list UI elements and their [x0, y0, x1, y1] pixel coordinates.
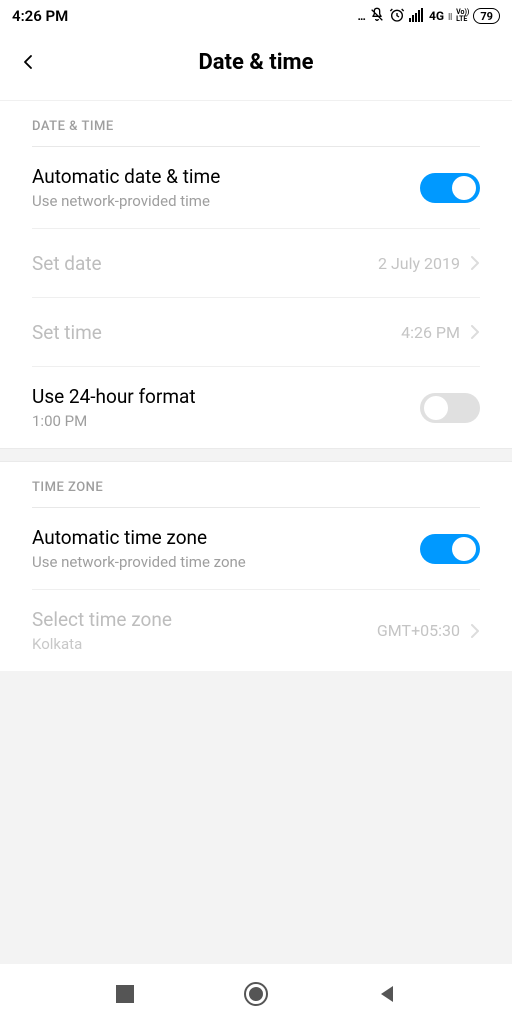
navigation-bar — [0, 964, 512, 1024]
section-header-timezone: TIME ZONE — [0, 462, 512, 507]
row-title: Select time zone — [32, 608, 172, 631]
row-set-time: Set time 4:26 PM — [0, 298, 512, 366]
dual-sim-icon: || — [448, 13, 452, 20]
toggle-24hour[interactable] — [420, 393, 480, 423]
row-subtitle: 1:00 PM — [32, 412, 196, 430]
section-header-datetime: DATE & TIME — [0, 101, 512, 146]
row-subtitle: Use network-provided time — [32, 192, 220, 210]
page-header: Date & time — [0, 32, 512, 92]
home-button[interactable] — [240, 978, 272, 1010]
chevron-right-icon — [470, 623, 480, 639]
status-time: 4:26 PM — [12, 7, 68, 25]
row-auto-datetime[interactable]: Automatic date & time Use network-provid… — [0, 147, 512, 228]
row-24hour-format[interactable]: Use 24-hour format 1:00 PM — [0, 367, 512, 448]
section-gap — [0, 448, 512, 462]
toggle-auto-timezone[interactable] — [420, 534, 480, 564]
back-button[interactable] — [16, 50, 40, 74]
row-title: Set time — [32, 321, 102, 344]
row-title: Set date — [32, 252, 102, 275]
recents-button[interactable] — [109, 978, 141, 1010]
row-subtitle: Kolkata — [32, 635, 172, 653]
row-auto-timezone[interactable]: Automatic time zone Use network-provided… — [0, 508, 512, 589]
chevron-right-icon — [470, 255, 480, 271]
page-title: Date & time — [0, 50, 512, 75]
alarm-icon — [389, 7, 405, 26]
status-bar: 4:26 PM ... 4G || Vo))LTE 79 — [0, 0, 512, 32]
row-title: Automatic time zone — [32, 526, 246, 549]
network-label: 4G — [429, 9, 444, 23]
signal-icon — [409, 8, 425, 25]
row-set-date: Set date 2 July 2019 — [0, 229, 512, 297]
volte-label: Vo))LTE — [456, 9, 469, 23]
mute-icon — [369, 7, 385, 26]
row-value: 2 July 2019 — [378, 254, 460, 273]
row-value: 4:26 PM — [401, 323, 460, 342]
more-icon: ... — [358, 9, 365, 23]
row-subtitle: Use network-provided time zone — [32, 553, 246, 571]
empty-area — [0, 671, 512, 964]
battery-indicator: 79 — [473, 8, 500, 24]
row-value: GMT+05:30 — [377, 621, 460, 640]
row-title: Use 24-hour format — [32, 385, 196, 408]
row-select-timezone: Select time zone Kolkata GMT+05:30 — [0, 590, 512, 671]
row-title: Automatic date & time — [32, 165, 220, 188]
back-nav-button[interactable] — [371, 978, 403, 1010]
status-indicators: ... 4G || Vo))LTE 79 — [358, 7, 500, 26]
toggle-auto-datetime[interactable] — [420, 173, 480, 203]
chevron-right-icon — [470, 324, 480, 340]
